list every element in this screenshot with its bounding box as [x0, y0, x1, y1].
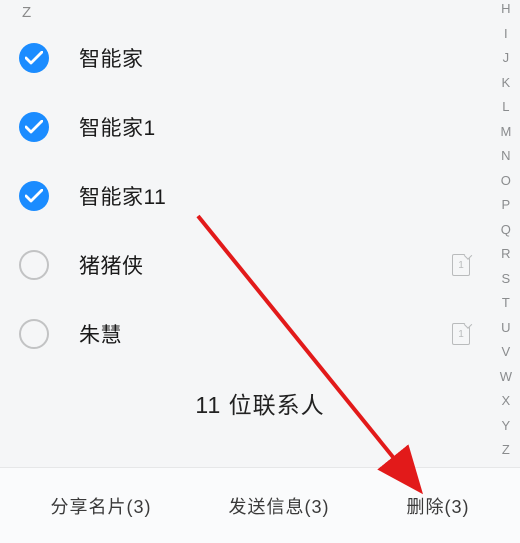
contact-name: 智能家11 [79, 181, 166, 211]
index-letter[interactable]: P [502, 198, 511, 211]
contact-item[interactable]: 朱慧 [0, 299, 520, 368]
checkbox-checked[interactable] [19, 181, 49, 211]
index-letter[interactable]: I [504, 27, 508, 40]
alphabet-index-bar[interactable]: H I J K L M N O P Q R S T U V W X Y Z [500, 0, 512, 456]
contact-name: 朱慧 [79, 319, 122, 349]
contact-name: 智能家1 [79, 112, 156, 142]
check-icon [25, 189, 43, 203]
index-letter[interactable]: V [502, 345, 511, 358]
contact-item[interactable]: 智能家 [0, 23, 520, 92]
sim-card-icon: 1 [452, 323, 470, 345]
index-letter[interactable]: U [501, 321, 510, 334]
section-header-letter: Z [0, 0, 520, 23]
index-letter[interactable]: W [500, 370, 512, 383]
index-letter[interactable]: Q [501, 223, 511, 236]
index-letter[interactable]: H [501, 2, 510, 15]
sim-card-icon: 1 [452, 254, 470, 276]
index-letter[interactable]: L [502, 100, 509, 113]
contact-list: 智能家 智能家1 智能家11 猪猪侠 1 [0, 23, 520, 368]
contact-count: 11 位联系人 [0, 386, 520, 420]
checkbox-unchecked[interactable] [19, 319, 49, 349]
index-letter[interactable]: O [501, 174, 511, 187]
index-letter[interactable]: M [500, 125, 511, 138]
index-letter[interactable]: Y [502, 419, 511, 432]
index-letter[interactable]: R [501, 247, 510, 260]
checkbox-checked[interactable] [19, 112, 49, 142]
index-letter[interactable]: Z [502, 443, 510, 456]
checkbox-unchecked[interactable] [19, 250, 49, 280]
contact-name: 智能家 [79, 43, 144, 73]
share-card-button[interactable]: 分享名片(3) [43, 485, 160, 527]
index-letter[interactable]: X [502, 394, 511, 407]
index-letter[interactable]: J [503, 51, 510, 64]
index-letter[interactable]: K [502, 76, 511, 89]
bottom-action-bar: 分享名片(3) 发送信息(3) 删除(3) [0, 467, 520, 543]
index-letter[interactable]: S [502, 272, 511, 285]
checkbox-checked[interactable] [19, 43, 49, 73]
check-icon [25, 120, 43, 134]
contact-name: 猪猪侠 [79, 250, 144, 280]
index-letter[interactable]: T [502, 296, 510, 309]
contact-item[interactable]: 猪猪侠 [0, 230, 520, 299]
send-message-button[interactable]: 发送信息(3) [221, 485, 338, 527]
check-icon [25, 51, 43, 65]
delete-button[interactable]: 删除(3) [399, 485, 478, 527]
contact-item[interactable]: 智能家11 [0, 161, 520, 230]
index-letter[interactable]: N [501, 149, 510, 162]
contact-item[interactable]: 智能家1 [0, 92, 520, 161]
